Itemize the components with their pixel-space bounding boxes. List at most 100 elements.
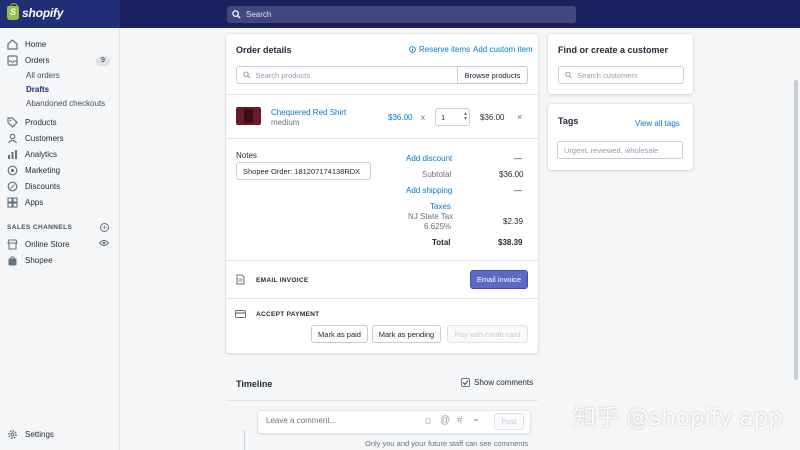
sidebar-item-marketing[interactable]: Marketing (7, 163, 60, 177)
sidebar-item-analytics[interactable]: Analytics (7, 147, 57, 161)
mark-as-paid-button[interactable]: Mark as paid (311, 325, 368, 343)
checkmark-icon (462, 380, 469, 386)
tags-input[interactable] (564, 145, 682, 155)
emoji-icon[interactable]: ☺ (423, 416, 433, 427)
sidebar-item-orders[interactable]: Orders (7, 53, 49, 67)
line-item-price-link[interactable]: $36.00 (388, 113, 412, 122)
gear-icon (7, 429, 18, 440)
tag-icon (7, 116, 18, 128)
quantity-input[interactable] (441, 112, 459, 122)
tags-title: Tags (558, 116, 579, 126)
sidebar-item-settings[interactable]: Settings (7, 427, 54, 441)
logo-letter: S (10, 7, 17, 17)
tax-rate: 6.625% (424, 222, 452, 231)
sidebar-item-customers[interactable]: Customers (7, 131, 64, 145)
divider (226, 298, 538, 299)
stepper-arrows-icon[interactable]: ▴ ▾ (464, 111, 467, 122)
reserve-items-label: Reserve items (419, 45, 471, 54)
mark-as-pending-button[interactable]: Mark as pending (372, 325, 441, 343)
shipping-value: — (514, 186, 522, 195)
show-comments-toggle[interactable]: Show comments (461, 378, 533, 387)
sidebar-item-online-store[interactable]: Online Store (7, 237, 69, 251)
sidebar-sub-all-orders[interactable]: All orders (26, 71, 60, 80)
sidebar-item-label: Orders (25, 55, 50, 65)
sidebar-item-discounts[interactable]: Discounts (7, 179, 60, 193)
discount-value: — (514, 154, 522, 163)
customer-search-input[interactable] (577, 70, 683, 80)
browse-products-button[interactable]: Browse products (457, 66, 528, 84)
divider (226, 260, 538, 261)
sidebar-sub-drafts[interactable]: Drafts (26, 85, 49, 94)
line-item-variant: medium (271, 118, 300, 127)
top-bar: S shopify (0, 0, 800, 28)
global-search[interactable] (227, 6, 576, 23)
sidebar-item-home[interactable]: Home (7, 37, 46, 51)
global-search-input[interactable] (246, 10, 546, 19)
show-comments-label: Show comments (474, 378, 534, 387)
notes-field[interactable] (236, 162, 371, 180)
shopify-logo[interactable]: S shopify (7, 3, 64, 20)
customer-search-field[interactable] (558, 66, 684, 84)
timeline-line (244, 430, 245, 450)
logo-text: shopify (22, 6, 64, 20)
pay-with-credit-card-button[interactable]: Pay with credit card (447, 325, 528, 343)
quantity-stepper[interactable]: ▴▾ (435, 108, 470, 126)
store-icon (7, 238, 18, 250)
add-custom-item-link[interactable]: Add custom item (473, 45, 533, 54)
accept-payment-heading: ACCEPT PAYMENT (256, 311, 320, 318)
person-icon (7, 133, 18, 144)
line-item-name-link[interactable]: Chequered Red Shirt (271, 108, 346, 117)
target-icon (7, 165, 18, 176)
post-button[interactable]: Post (494, 413, 524, 430)
add-channel-icon[interactable]: + (100, 223, 109, 232)
sidebar-item-label: Discounts (25, 181, 61, 191)
apps-icon (7, 196, 18, 208)
divider (226, 94, 538, 95)
sidebar-sub-abandoned-checkouts[interactable]: Abandoned checkouts (26, 99, 105, 108)
comments-privacy-note: Only you and your future staff can see c… (365, 439, 529, 448)
notes-label: Notes (236, 151, 257, 160)
subtotal-label: Subtotal (422, 170, 452, 179)
tags-field[interactable] (557, 141, 683, 159)
customer-card-title: Find or create a customer (558, 45, 669, 55)
orders-count-badge: 9 (96, 56, 110, 66)
sidebar-item-apps[interactable]: Apps (7, 195, 43, 209)
comment-input[interactable] (266, 416, 416, 425)
email-invoice-button[interactable]: Email invoice (470, 270, 528, 289)
remove-item-icon[interactable]: × (517, 112, 522, 122)
home-icon (7, 38, 18, 50)
sidebar-item-products[interactable]: Products (7, 115, 57, 129)
hashtag-icon[interactable]: # (457, 415, 463, 426)
notes-input[interactable] (243, 166, 370, 176)
sidebar-item-label: Analytics (25, 149, 58, 159)
search-icon (232, 10, 241, 19)
reserve-items-link[interactable]: Reserve items (409, 45, 470, 54)
add-discount-link[interactable]: Add discount (406, 154, 452, 163)
mention-icon[interactable]: @ (440, 415, 450, 426)
line-item-total: $36.00 (480, 113, 505, 122)
sales-channels-heading: SALES CHANNELS (7, 224, 73, 231)
credit-card-icon (235, 310, 246, 318)
tax-name: NJ State Tax (408, 212, 454, 221)
show-comments-checkbox[interactable] (461, 378, 470, 387)
taxes-link[interactable]: Taxes (430, 202, 451, 211)
view-all-tags-link[interactable]: View all tags (635, 119, 680, 128)
order-details-title: Order details (236, 45, 292, 55)
tags-card: Tags View all tags (548, 104, 693, 170)
add-shipping-link[interactable]: Add shipping (406, 186, 452, 195)
sidebar-item-shopee[interactable]: Shopee (7, 253, 53, 267)
orders-icon (7, 54, 18, 66)
product-search-input[interactable] (255, 70, 457, 80)
bar-chart-icon (7, 149, 18, 160)
sidebar-item-label: Home (25, 39, 47, 49)
product-search-field[interactable] (236, 66, 458, 84)
email-invoice-heading: EMAIL INVOICE (256, 277, 309, 284)
page-scrollbar[interactable] (794, 80, 798, 380)
divider (226, 400, 538, 401)
product-thumbnail (236, 107, 261, 125)
document-icon (236, 274, 245, 285)
watermark: 知乎 @shopify app (573, 405, 783, 431)
eye-icon[interactable] (99, 239, 109, 247)
attachment-icon[interactable]: ⌁ (473, 415, 479, 426)
divider (226, 138, 538, 139)
